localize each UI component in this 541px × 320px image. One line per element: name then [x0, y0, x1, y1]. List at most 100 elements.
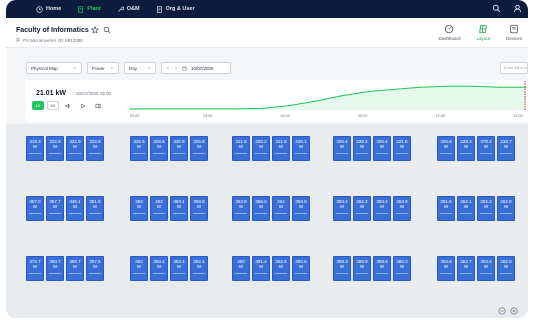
nav-home[interactable]: Home: [36, 0, 61, 18]
nav-om[interactable]: O&M: [117, 0, 140, 18]
solar-panel[interactable]: 358.8 W: [190, 196, 208, 221]
panel-power-unit: W: [463, 144, 469, 149]
solar-panel[interactable]: 336.1 W: [292, 136, 310, 161]
solar-panel[interactable]: 318.7 W: [497, 136, 515, 161]
solar-panel[interactable]: 363 W: [130, 196, 148, 221]
solar-panel[interactable]: 359.9 W: [353, 256, 371, 281]
solar-panel[interactable]: 352.8 W: [497, 256, 515, 281]
panel-power-unit: W: [483, 204, 489, 209]
search-icon[interactable]: [103, 26, 111, 34]
solar-panel[interactable]: 326.4 W: [333, 136, 351, 161]
solar-panel[interactable]: 357.8 W: [26, 196, 44, 221]
solar-panel[interactable]: 319.3 W: [26, 136, 44, 161]
sn-search-input[interactable]: Enter SN to search: [500, 62, 528, 74]
solar-panel[interactable]: 352 W: [130, 256, 148, 281]
solar-panel[interactable]: 352.8 W: [497, 196, 515, 221]
solar-panel[interactable]: 353.4 W: [373, 196, 391, 221]
solar-panel[interactable]: 360.3 W: [393, 256, 411, 281]
panel-group: 326.6 W 328.6 W 330.8 W 326.8 W: [130, 136, 208, 161]
solar-panel[interactable]: 333.2 W: [252, 136, 270, 161]
device-type: PV Microinverter: [23, 38, 57, 43]
solar-panel[interactable]: 331.8 W: [232, 136, 250, 161]
zoom-out-icon[interactable]: [498, 307, 506, 315]
solar-panel[interactable]: 363.8 W: [232, 196, 250, 221]
chevron-down-icon: [73, 67, 77, 69]
solar-panel[interactable]: 325.4 W: [373, 136, 391, 161]
chart-point: [393, 88, 395, 91]
solar-panel[interactable]: 351.5 W: [86, 196, 104, 221]
solar-panel[interactable]: 359.3 W: [333, 256, 351, 281]
chart-point: [446, 85, 448, 87]
solar-panel[interactable]: 363.5 W: [292, 196, 310, 221]
volume-button[interactable]: [62, 101, 74, 110]
solar-panel[interactable]: 362.6 W: [272, 256, 290, 281]
next-button[interactable]: [92, 101, 104, 110]
map-select[interactable]: Physical Map: [26, 62, 82, 74]
speed-2x-button[interactable]: 2X: [47, 101, 59, 110]
zoom-in-icon[interactable]: [510, 307, 518, 315]
solar-panel[interactable]: 362 W: [150, 196, 168, 221]
solar-panel[interactable]: 326.8 W: [437, 136, 455, 161]
panel-serial-line: [89, 153, 101, 154]
solar-panel[interactable]: 321.6 W: [393, 136, 411, 161]
play-button[interactable]: [77, 101, 89, 110]
date-picker[interactable]: 10/07/2025: [161, 62, 231, 74]
metric-select[interactable]: Power: [87, 62, 119, 74]
view-devices[interactable]: Devices: [506, 24, 522, 41]
nav-plant[interactable]: Plant: [77, 0, 101, 18]
date-value: 10/07/2025: [191, 65, 214, 71]
chevron-right-icon[interactable]: [174, 66, 178, 70]
star-icon[interactable]: [91, 26, 99, 34]
clock-icon: [36, 5, 43, 13]
speed-1x-button[interactable]: 1X: [32, 101, 44, 110]
solar-panel[interactable]: 328.3 W: [457, 136, 475, 161]
solar-panel[interactable]: 360.5 W: [292, 256, 310, 281]
solar-panel[interactable]: 326.8 W: [190, 136, 208, 161]
solar-panel[interactable]: 353.9 W: [477, 256, 495, 281]
solar-panel[interactable]: 359.9 W: [373, 256, 391, 281]
user-icon[interactable]: [513, 4, 522, 13]
solar-panel[interactable]: 374.7 W: [26, 256, 44, 281]
granularity-select[interactable]: Day: [124, 62, 156, 74]
solar-panel[interactable]: 350.7 W: [66, 256, 84, 281]
solar-panel[interactable]: 322.9 W: [66, 136, 84, 161]
solar-panel[interactable]: 326.6 W: [130, 136, 148, 161]
solar-panel[interactable]: 322.8 W: [86, 136, 104, 161]
panel-power-unit: W: [72, 264, 78, 269]
solar-panel[interactable]: 360.1 W: [170, 196, 188, 221]
solar-panel[interactable]: 360 W: [232, 256, 250, 281]
solar-panel[interactable]: 352.1 W: [190, 256, 208, 281]
solar-panel[interactable]: 328.6 W: [150, 136, 168, 161]
solar-panel[interactable]: 357.5 W: [86, 256, 104, 281]
solar-panel[interactable]: 366.2 W: [252, 196, 270, 221]
solar-panel[interactable]: 352.2 W: [353, 196, 371, 221]
solar-panel[interactable]: 326.4 W: [353, 136, 371, 161]
view-dashboard[interactable]: Dashboard: [438, 24, 460, 41]
solar-panel[interactable]: 330.8 W: [170, 136, 188, 161]
solar-panel[interactable]: 353.9 W: [393, 196, 411, 221]
chevron-left-icon[interactable]: [166, 66, 170, 70]
solar-panel[interactable]: 352.2 W: [477, 196, 495, 221]
solar-panel[interactable]: 354.8 W: [437, 256, 455, 281]
solar-panel[interactable]: 357.7 W: [46, 196, 64, 221]
solar-panel[interactable]: 331.8 W: [272, 136, 290, 161]
nav-org-user[interactable]: Org & User: [156, 0, 195, 18]
panel-group: 357.8 W 357.7 W 345.1 W 351.5 W: [26, 196, 104, 221]
solar-panel[interactable]: 351.6 W: [437, 196, 455, 221]
solar-panel[interactable]: 378.2 W: [477, 136, 495, 161]
solar-panel[interactable]: 353.4 W: [150, 256, 168, 281]
panel-serial-line: [356, 273, 368, 274]
panel-serial-line: [480, 273, 492, 274]
solar-panel[interactable]: 350.7 W: [46, 256, 64, 281]
solar-panel[interactable]: 352.1 W: [457, 196, 475, 221]
solar-panel[interactable]: 353.4 W: [170, 256, 188, 281]
search-icon[interactable]: [492, 4, 501, 13]
solar-panel[interactable]: 364 W: [272, 196, 290, 221]
panel-serial-line: [173, 153, 185, 154]
solar-panel[interactable]: 352.7 W: [457, 256, 475, 281]
solar-panel[interactable]: 391.4 W: [252, 256, 270, 281]
solar-panel[interactable]: 322.9 W: [46, 136, 64, 161]
view-layout[interactable]: Layout: [476, 24, 490, 41]
solar-panel[interactable]: 345.1 W: [66, 196, 84, 221]
solar-panel[interactable]: 353.4 W: [333, 196, 351, 221]
